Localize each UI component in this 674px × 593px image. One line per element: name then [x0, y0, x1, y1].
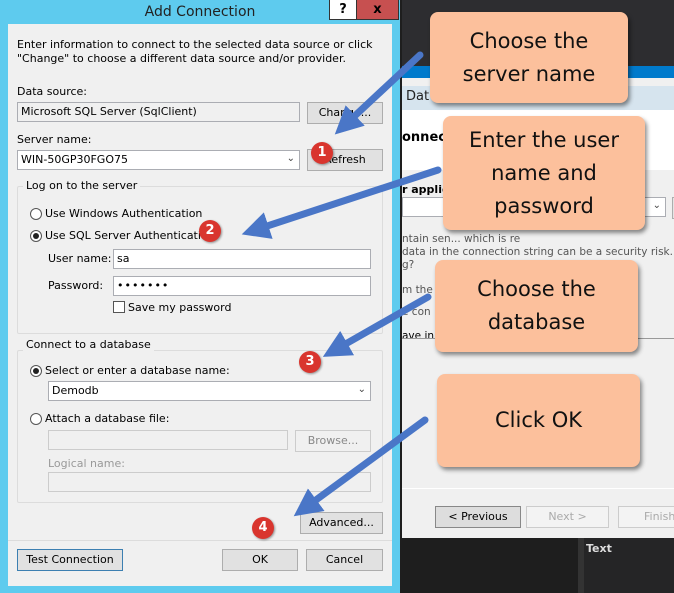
step-badge-2: 2 — [199, 220, 221, 242]
step-badge-4: 4 — [252, 517, 274, 539]
callout-enter-credentials: Enter the user name and password — [443, 116, 645, 230]
step-badge-3: 3 — [299, 351, 321, 373]
arrow-3 — [322, 293, 432, 357]
callout-choose-server: Choose the server name — [430, 12, 628, 103]
step-badge-1: 1 — [311, 142, 333, 164]
callout-click-ok: Click OK — [437, 374, 640, 467]
arrow-1 — [334, 51, 424, 135]
callout-choose-database: Choose the database — [435, 260, 638, 352]
arrow-2 — [241, 166, 442, 239]
arrow-4 — [293, 416, 429, 517]
